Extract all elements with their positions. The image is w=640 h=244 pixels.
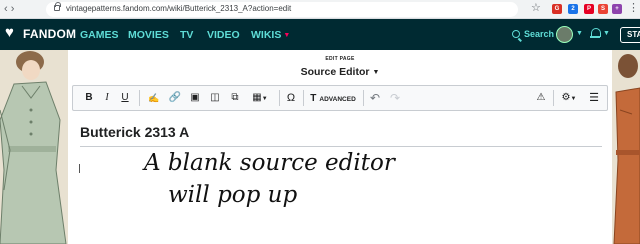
bell-icon[interactable] (590, 28, 601, 39)
advanced-label: ADVANCED (319, 96, 356, 103)
nav-video[interactable]: VIDEO (207, 29, 240, 41)
toolbar-divider (303, 90, 304, 106)
nav-wikis[interactable]: WIKIS ▼ (251, 29, 290, 41)
extension-icon[interactable]: G (552, 4, 562, 14)
annotation-line-1: A blank source editor (144, 150, 395, 176)
bold-button[interactable]: B (81, 86, 97, 110)
title-divider (80, 146, 602, 147)
address-bar[interactable]: vintagepatterns.fandom.com/wiki/Butteric… (46, 2, 518, 17)
signature-button[interactable]: ✍ (145, 86, 163, 110)
page-title: Butterick 2313 A (80, 124, 190, 140)
extension-icon[interactable]: 2 (568, 4, 578, 14)
toolbar-divider (139, 90, 140, 106)
extension-icon[interactable]: P (584, 4, 594, 14)
insert-more-button[interactable]: ▦▼ (247, 86, 273, 110)
avatar[interactable] (556, 26, 573, 43)
vintage-dress-illustration (0, 50, 68, 244)
nav-wikis-label: WIKIS (251, 29, 282, 41)
search-label: Search (524, 29, 555, 39)
nav-movies[interactable]: MOVIES (128, 29, 169, 41)
search-icon (512, 30, 520, 38)
lock-icon (54, 2, 61, 11)
link-icon[interactable]: 🔗 (167, 86, 183, 110)
image-icon[interactable]: ▣ (187, 86, 203, 110)
annotation-line-2: will pop up (168, 182, 298, 208)
hamburger-menu-icon[interactable]: ☰ (585, 86, 603, 110)
nav-games[interactable]: GAMES (80, 29, 119, 41)
chevron-down-icon: ▼ (372, 69, 380, 76)
editor-panel: EDIT PAGE Source Editor ▼ B I U ✍ 🔗 ▣ ◫ ⧉… (68, 50, 612, 244)
template-icon[interactable]: ⧉ (227, 86, 243, 110)
editor-mode-switcher[interactable]: Source Editor ▼ (68, 66, 612, 78)
start-wiki-button[interactable]: STA (620, 27, 640, 43)
vintage-dress-illustration (612, 50, 640, 244)
underline-button[interactable]: U (117, 86, 133, 110)
edit-page-label: EDIT PAGE (325, 56, 355, 62)
toolbar-divider (279, 90, 280, 106)
chevron-down-icon: ▼ (283, 32, 291, 39)
chevron-down-icon[interactable]: ▼ (603, 30, 610, 37)
advanced-button[interactable]: T ADVANCED (307, 86, 359, 110)
editor-mode-label: Source Editor (300, 66, 370, 78)
special-characters-omega-icon[interactable]: Ω (283, 86, 299, 110)
text-style-icon: T (310, 93, 317, 104)
bookmark-star-icon[interactable]: ☆ (531, 3, 541, 14)
fandom-wordmark: FANDOM (23, 27, 77, 41)
more-vert-icon[interactable]: ⋮ (628, 3, 639, 14)
chevron-down-icon[interactable]: ▼ (576, 30, 583, 37)
editor-toolbar: B I U ✍ 🔗 ▣ ◫ ⧉ ▦▼ Ω T ADVANCED ↶ ↷ ⚠ ⚙▼… (72, 85, 608, 111)
browser-nav-arrows[interactable]: ‹ › (4, 3, 14, 15)
url-text: vintagepatterns.fandom.com/wiki/Butteric… (66, 4, 292, 13)
gear-icon[interactable]: ⚙▼ (557, 86, 581, 110)
undo-icon[interactable]: ↶ (367, 86, 383, 110)
fandom-logo[interactable]: FANDOM (5, 24, 77, 43)
text-cursor[interactable] (79, 164, 80, 173)
toolbar-divider (363, 90, 364, 106)
gallery-icon[interactable]: ◫ (207, 86, 223, 110)
italic-button[interactable]: I (99, 86, 115, 110)
toolbar-divider (553, 90, 554, 106)
fandom-heart-icon (5, 24, 19, 41)
nav-tv[interactable]: TV (180, 29, 193, 41)
warning-icon[interactable]: ⚠ (533, 86, 549, 110)
extension-icon[interactable]: S (598, 4, 608, 14)
search-button[interactable]: Search (512, 29, 554, 39)
extension-icon[interactable]: + (612, 4, 622, 14)
fandom-global-nav: FANDOM GAMES MOVIES TV VIDEO WIKIS▼ Sear… (0, 19, 640, 50)
browser-toolbar: ‹ › vintagepatterns.fandom.com/wiki/Butt… (0, 0, 640, 19)
redo-icon[interactable]: ↷ (387, 86, 403, 110)
